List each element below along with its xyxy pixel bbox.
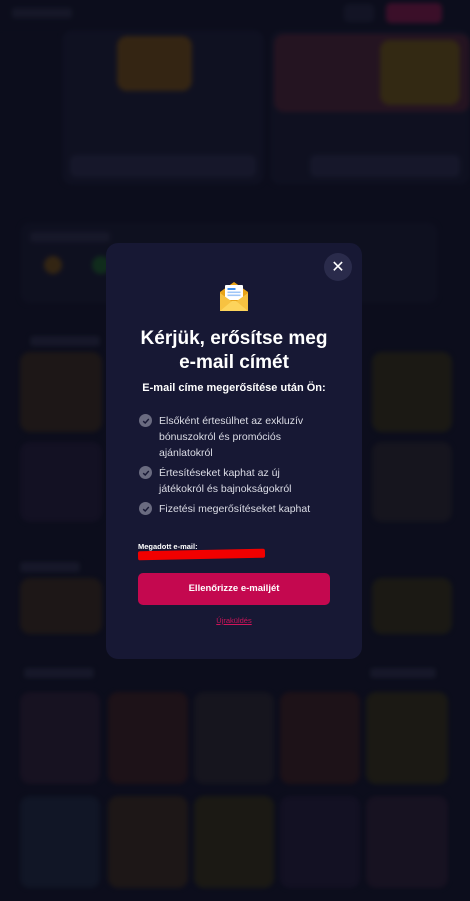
benefit-text: Elsőként értesülhet az exkluzív bónuszok… <box>159 415 304 459</box>
close-button[interactable]: ✕ <box>324 253 352 281</box>
benefit-text: Fizetési megerősítéseket kaphat <box>159 503 311 515</box>
benefit-item: Fizetési megerősítéseket kaphat <box>139 501 344 517</box>
modal-title: Kérjük, erősítse meg e-mail címét <box>106 327 362 375</box>
check-circle-icon <box>139 414 152 427</box>
email-verification-modal: ✕ Kérjük, erősítse meg e-mail címét E-ma… <box>106 243 362 659</box>
benefit-item: Elsőként értesülhet az exkluzív bónuszok… <box>139 413 344 461</box>
verify-email-button[interactable]: Ellenőrizze e-mailjét <box>138 573 330 605</box>
benefit-item: Értesítéseket kaphat az új játékokról és… <box>139 465 344 497</box>
modal-title-line1: Kérjük, erősítse meg <box>140 328 328 349</box>
resend-link[interactable]: Újraküldés <box>106 616 362 625</box>
close-icon[interactable]: ✕ <box>331 257 344 276</box>
check-circle-icon <box>139 466 152 479</box>
modal-title-line2: e-mail címét <box>179 352 289 373</box>
envelope-icon <box>220 282 248 311</box>
benefit-list: Elsőként értesülhet az exkluzív bónuszok… <box>139 413 344 521</box>
modal-subtitle: E-mail címe megerősítése után Ön: <box>142 382 326 394</box>
check-circle-icon <box>139 502 152 515</box>
benefit-text: Értesítéseket kaphat az új játékokról és… <box>159 467 292 495</box>
redacted-email <box>137 548 266 561</box>
